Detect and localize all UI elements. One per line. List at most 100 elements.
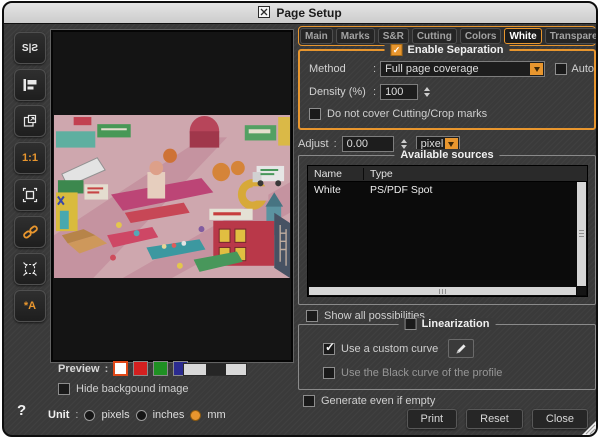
auto-label[interactable]: Auto [571, 63, 594, 75]
no-cover-checkbox[interactable] [309, 108, 321, 120]
density-down-icon[interactable] [424, 93, 430, 97]
unit-row: Unit : pixels inches mm [48, 409, 226, 421]
preview-colon: : [105, 363, 109, 375]
tab-marks[interactable]: Marks [336, 28, 375, 44]
linearization-label[interactable]: Linearization [422, 318, 490, 330]
vertical-scrollbar[interactable] [577, 182, 586, 286]
density-up-icon[interactable] [424, 87, 430, 91]
pencil-icon [455, 343, 467, 355]
reset-button[interactable]: Reset [466, 409, 523, 429]
unit-label: Unit [48, 409, 69, 421]
edit-curve-button[interactable] [448, 339, 474, 358]
text-style-icon[interactable]: *A [14, 290, 46, 322]
generate-label[interactable]: Generate even if empty [321, 395, 435, 407]
page-setup-dialog: Page Setup S|Ƨ 1:1 *A [2, 1, 598, 437]
method-select[interactable]: Full page coverage [380, 61, 545, 77]
swatch-white[interactable] [113, 361, 128, 376]
unit-radio-pixels[interactable] [84, 410, 95, 421]
generate-row: Generate even if empty [303, 395, 435, 407]
auto-checkbox[interactable] [555, 63, 567, 75]
tone-seg-4 [226, 364, 246, 375]
preview-image [54, 115, 290, 278]
adjust-input[interactable]: 0.00 [342, 136, 394, 152]
black-curve-checkbox[interactable] [323, 367, 335, 379]
generate-checkbox[interactable] [303, 395, 315, 407]
available-sources-legend: Available sources [394, 149, 499, 161]
text-style-glyph: *A [24, 300, 36, 312]
table-row[interactable]: White PS/PDF Spot [308, 182, 587, 197]
align-left-icon[interactable] [14, 69, 46, 101]
enable-separation-label[interactable]: Enable Separation [408, 44, 504, 56]
swatch-green[interactable] [153, 361, 168, 376]
tab-sr[interactable]: S&R [378, 28, 409, 44]
custom-curve-checkbox[interactable] [323, 343, 335, 355]
unit-colon: : [75, 409, 78, 421]
export-icon[interactable] [14, 105, 46, 137]
link-icon[interactable] [14, 216, 46, 248]
window-title: Page Setup [276, 6, 341, 20]
tab-colors[interactable]: Colors [460, 28, 502, 44]
link-glyph [22, 224, 39, 241]
separation-group: Enable Separation Method : Full page cov… [298, 49, 596, 130]
enable-separation-checkbox[interactable] [391, 44, 403, 56]
tone-seg-2 [206, 364, 216, 375]
footer-buttons: Print Reset Close [407, 409, 589, 429]
tab-main[interactable]: Main [300, 28, 333, 44]
show-all-checkbox[interactable] [306, 310, 318, 322]
adjust-up-icon[interactable] [401, 139, 407, 143]
preview-tone-strip[interactable] [183, 363, 247, 376]
column-name[interactable]: Name [308, 168, 364, 180]
tone-seg-3 [216, 364, 226, 375]
help-button[interactable]: ? [17, 402, 26, 419]
dialog-content: S|Ƨ 1:1 *A [4, 24, 596, 435]
hide-background-checkbox[interactable] [58, 383, 70, 395]
print-button[interactable]: Print [407, 409, 458, 429]
tab-cutting[interactable]: Cutting [412, 28, 457, 44]
horizontal-scrollbar[interactable] [309, 287, 576, 295]
preview-label: Preview [58, 363, 100, 375]
black-curve-label[interactable]: Use the Black curve of the profile [341, 367, 502, 379]
tab-bar: Main Marks S&R Cutting Colors White Tran… [298, 26, 596, 46]
no-cover-label[interactable]: Do not cover Cutting/Crop marks [327, 108, 487, 120]
column-type[interactable]: Type [364, 168, 393, 180]
method-row: Method : Full page coverage Auto [309, 61, 594, 77]
unit-option-pixels[interactable]: pixels [101, 409, 129, 421]
custom-curve-label[interactable]: Use a custom curve [341, 343, 438, 355]
preview-panel [50, 29, 294, 363]
unit-option-mm[interactable]: mm [207, 409, 225, 421]
linearization-checkbox[interactable] [405, 318, 417, 330]
method-colon: : [373, 63, 376, 75]
row-type: PS/PDF Spot [364, 184, 432, 196]
row-name: White [308, 184, 364, 196]
adjust-stepper[interactable] [401, 139, 407, 149]
tab-transparent[interactable]: Transparent [545, 28, 598, 44]
title-bar[interactable]: Page Setup [4, 3, 596, 24]
sources-table-header: Name Type [308, 166, 587, 182]
fit-page-icon[interactable] [14, 179, 46, 211]
hide-background-label[interactable]: Hide backgound image [76, 383, 189, 395]
expand-glyph [22, 261, 38, 277]
resize-grip[interactable] [582, 421, 596, 435]
one-to-one-icon[interactable]: 1:1 [14, 142, 46, 174]
tone-seg-1 [184, 364, 206, 375]
expand-icon[interactable] [14, 253, 46, 285]
unit-radio-inches[interactable] [136, 410, 147, 421]
density-value: 100 [385, 86, 403, 98]
unit-option-inches[interactable]: inches [153, 409, 185, 421]
hide-background-row: Hide backgound image [58, 383, 189, 395]
one-to-one-glyph: 1:1 [22, 152, 38, 164]
swatch-red[interactable] [133, 361, 148, 376]
tab-white[interactable]: White [504, 28, 541, 44]
density-stepper[interactable] [424, 87, 430, 97]
mirror-icon[interactable]: S|Ƨ [14, 32, 46, 64]
method-dropdown-arrow-icon[interactable] [530, 63, 543, 75]
density-input[interactable]: 100 [380, 84, 418, 100]
method-label: Method [309, 63, 369, 75]
close-button[interactable]: Close [532, 409, 588, 429]
preview-controls: Preview : [58, 361, 188, 376]
unit-radio-mm[interactable] [190, 410, 201, 421]
export-glyph [22, 113, 38, 129]
no-cover-row: Do not cover Cutting/Crop marks [309, 108, 594, 120]
density-colon: : [373, 86, 376, 98]
linearization-group: Linearization Use a custom curve Use the… [298, 324, 596, 390]
